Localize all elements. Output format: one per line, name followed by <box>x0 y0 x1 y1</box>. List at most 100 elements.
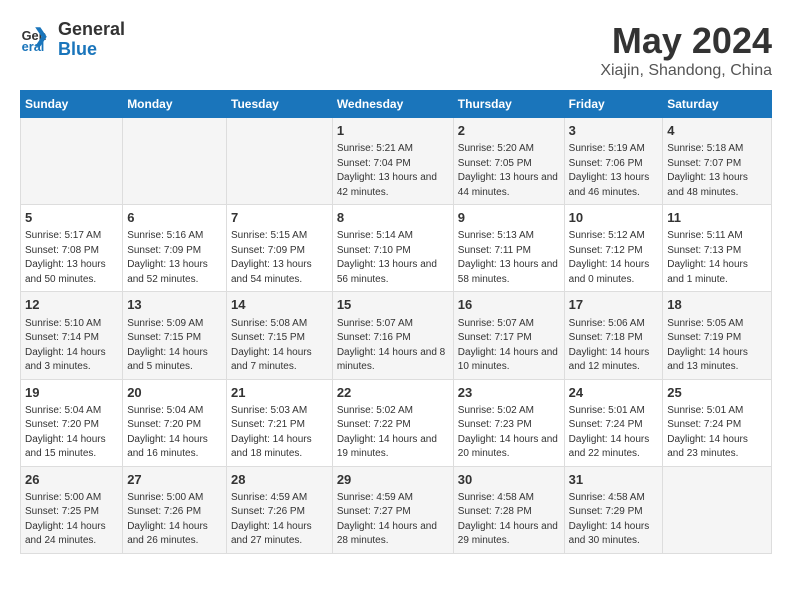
calendar-table: SundayMondayTuesdayWednesdayThursdayFrid… <box>20 90 772 554</box>
day-info: Sunrise: 5:02 AM Sunset: 7:22 PM Dayligh… <box>337 404 449 462</box>
calendar-cell: 26 Sunrise: 5:00 AM Sunset: 7:25 PM Dayli… <box>21 466 123 553</box>
calendar-cell: 10Sunrise: 5:12 AM Sunset: 7:12 PM Dayli… <box>564 205 663 292</box>
day-info: Sunrise: 5:09 AM Sunset: 7:15 PM Dayligh… <box>127 317 222 375</box>
day-info: Sunrise: 5:19 AM Sunset: 7:06 PM Dayligh… <box>569 142 659 200</box>
day-info: Sunrise: 5:10 AM Sunset: 7:14 PM Dayligh… <box>25 317 118 375</box>
calendar-cell: 30Sunrise: 4:58 AM Sunset: 7:28 PM Dayli… <box>453 466 564 553</box>
day-number: 10 <box>569 209 659 227</box>
calendar-cell <box>663 466 772 553</box>
calendar-cell: 31Sunrise: 4:58 AM Sunset: 7:29 PM Dayli… <box>564 466 663 553</box>
calendar-cell: 1Sunrise: 5:21 AM Sunset: 7:04 PM Daylig… <box>332 118 453 205</box>
day-number: 13 <box>127 296 222 314</box>
calendar-cell: 27 Sunrise: 5:00 AM Sunset: 7:26 PM Dayli… <box>123 466 227 553</box>
calendar-cell <box>123 118 227 205</box>
day-info: Sunrise: 5:18 AM Sunset: 7:07 PM Dayligh… <box>667 142 767 200</box>
day-info: Sunrise: 5:17 AM Sunset: 7:08 PM Dayligh… <box>25 229 118 287</box>
day-number: 4 <box>667 122 767 140</box>
day-info: Sunrise: 5:14 AM Sunset: 7:10 PM Dayligh… <box>337 229 449 287</box>
calendar-cell: 23 Sunrise: 5:02 AM Sunset: 7:23 PM Dayli… <box>453 379 564 466</box>
calendar-cell: 2Sunrise: 5:20 AM Sunset: 7:05 PM Daylig… <box>453 118 564 205</box>
day-number: 30 <box>458 471 560 489</box>
day-info: Sunrise: 5:21 AM Sunset: 7:04 PM Dayligh… <box>337 142 449 200</box>
main-title: May 2024 <box>600 20 772 62</box>
calendar-cell: 13 Sunrise: 5:09 AM Sunset: 7:15 PM Dayli… <box>123 292 227 379</box>
day-number: 8 <box>337 209 449 227</box>
day-number: 18 <box>667 296 767 314</box>
day-info: Sunrise: 5:15 AM Sunset: 7:09 PM Dayligh… <box>231 229 328 287</box>
day-info: Sunrise: 5:05 AM Sunset: 7:19 PM Dayligh… <box>667 317 767 375</box>
day-number: 2 <box>458 122 560 140</box>
day-number: 3 <box>569 122 659 140</box>
logo-icon: Gen eral <box>20 24 52 56</box>
calendar-cell: 24 Sunrise: 5:01 AM Sunset: 7:24 PM Dayli… <box>564 379 663 466</box>
calendar-cell: 20Sunrise: 5:04 AM Sunset: 7:20 PM Dayli… <box>123 379 227 466</box>
subtitle: Xiajin, Shandong, China <box>600 62 772 80</box>
calendar-cell: 7Sunrise: 5:15 AM Sunset: 7:09 PM Daylig… <box>227 205 333 292</box>
day-number: 28 <box>231 471 328 489</box>
calendar-week-row: 26 Sunrise: 5:00 AM Sunset: 7:25 PM Dayli… <box>21 466 772 553</box>
weekday-header: Friday <box>564 91 663 118</box>
day-number: 12 <box>25 296 118 314</box>
calendar-cell: 16Sunrise: 5:07 AM Sunset: 7:17 PM Dayli… <box>453 292 564 379</box>
day-info: Sunrise: 4:58 AM Sunset: 7:29 PM Dayligh… <box>569 491 659 549</box>
day-info: Sunrise: 5:00 AM Sunset: 7:26 PM Dayligh… <box>127 491 222 549</box>
calendar-week-row: 1Sunrise: 5:21 AM Sunset: 7:04 PM Daylig… <box>21 118 772 205</box>
day-info: Sunrise: 5:00 AM Sunset: 7:25 PM Dayligh… <box>25 491 118 549</box>
calendar-week-row: 12 Sunrise: 5:10 AM Sunset: 7:14 PM Dayli… <box>21 292 772 379</box>
calendar-cell <box>21 118 123 205</box>
calendar-cell: 12 Sunrise: 5:10 AM Sunset: 7:14 PM Dayli… <box>21 292 123 379</box>
calendar-week-row: 19 Sunrise: 5:04 AM Sunset: 7:20 PM Dayli… <box>21 379 772 466</box>
day-number: 9 <box>458 209 560 227</box>
day-number: 22 <box>337 384 449 402</box>
calendar-cell: 19Sunrise: 5:04 AM Sunset: 7:20 PM Dayli… <box>21 379 123 466</box>
day-info: Sunrise: 5:11 AM Sunset: 7:13 PM Dayligh… <box>667 229 767 287</box>
day-info: Sunrise: 5:06 AM Sunset: 7:18 PM Dayligh… <box>569 317 659 375</box>
day-number: 17 <box>569 296 659 314</box>
calendar-cell: 18 Sunrise: 5:05 AM Sunset: 7:19 PM Dayli… <box>663 292 772 379</box>
day-info: Sunrise: 4:59 AM Sunset: 7:27 PM Dayligh… <box>337 491 449 549</box>
calendar-cell: 14Sunrise: 5:08 AM Sunset: 7:15 PM Dayli… <box>227 292 333 379</box>
day-info: Sunrise: 5:07 AM Sunset: 7:17 PM Dayligh… <box>458 317 560 375</box>
day-info: Sunrise: 4:59 AM Sunset: 7:26 PM Dayligh… <box>231 491 328 549</box>
day-number: 21 <box>231 384 328 402</box>
day-number: 19 <box>25 384 118 402</box>
day-number: 25 <box>667 384 767 402</box>
day-info: Sunrise: 5:01 AM Sunset: 7:24 PM Dayligh… <box>569 404 659 462</box>
day-number: 11 <box>667 209 767 227</box>
day-number: 5 <box>25 209 118 227</box>
day-number: 27 <box>127 471 222 489</box>
page-header: Gen eral General Blue May 2024 Xiajin, S… <box>20 20 772 80</box>
calendar-cell: 25 Sunrise: 5:01 AM Sunset: 7:24 PM Dayli… <box>663 379 772 466</box>
day-number: 23 <box>458 384 560 402</box>
calendar-week-row: 5 Sunrise: 5:17 AM Sunset: 7:08 PM Daylig… <box>21 205 772 292</box>
logo-general: General <box>58 20 125 40</box>
day-info: Sunrise: 5:02 AM Sunset: 7:23 PM Dayligh… <box>458 404 560 462</box>
day-info: Sunrise: 5:16 AM Sunset: 7:09 PM Dayligh… <box>127 229 222 287</box>
logo-text: General Blue <box>58 20 125 60</box>
day-number: 14 <box>231 296 328 314</box>
day-number: 15 <box>337 296 449 314</box>
calendar-cell: 8 Sunrise: 5:14 AM Sunset: 7:10 PM Daylig… <box>332 205 453 292</box>
day-info: Sunrise: 5:13 AM Sunset: 7:11 PM Dayligh… <box>458 229 560 287</box>
calendar-cell: 17 Sunrise: 5:06 AM Sunset: 7:18 PM Dayli… <box>564 292 663 379</box>
day-info: Sunrise: 5:01 AM Sunset: 7:24 PM Dayligh… <box>667 404 767 462</box>
calendar-cell: 4 Sunrise: 5:18 AM Sunset: 7:07 PM Daylig… <box>663 118 772 205</box>
weekday-header: Wednesday <box>332 91 453 118</box>
weekday-header: Tuesday <box>227 91 333 118</box>
calendar-cell: 11 Sunrise: 5:11 AM Sunset: 7:13 PM Dayli… <box>663 205 772 292</box>
calendar-cell: 22 Sunrise: 5:02 AM Sunset: 7:22 PM Dayli… <box>332 379 453 466</box>
calendar-cell: 9 Sunrise: 5:13 AM Sunset: 7:11 PM Daylig… <box>453 205 564 292</box>
calendar-cell <box>227 118 333 205</box>
calendar-cell: 15 Sunrise: 5:07 AM Sunset: 7:16 PM Dayli… <box>332 292 453 379</box>
day-info: Sunrise: 5:07 AM Sunset: 7:16 PM Dayligh… <box>337 317 449 375</box>
calendar-cell: 28 Sunrise: 4:59 AM Sunset: 7:26 PM Dayli… <box>227 466 333 553</box>
weekday-header: Thursday <box>453 91 564 118</box>
day-number: 24 <box>569 384 659 402</box>
weekday-header: Monday <box>123 91 227 118</box>
weekday-header: Saturday <box>663 91 772 118</box>
calendar-header-row: SundayMondayTuesdayWednesdayThursdayFrid… <box>21 91 772 118</box>
logo-blue: Blue <box>58 40 125 60</box>
day-number: 26 <box>25 471 118 489</box>
calendar-cell: 5 Sunrise: 5:17 AM Sunset: 7:08 PM Daylig… <box>21 205 123 292</box>
day-info: Sunrise: 5:04 AM Sunset: 7:20 PM Dayligh… <box>127 404 222 462</box>
